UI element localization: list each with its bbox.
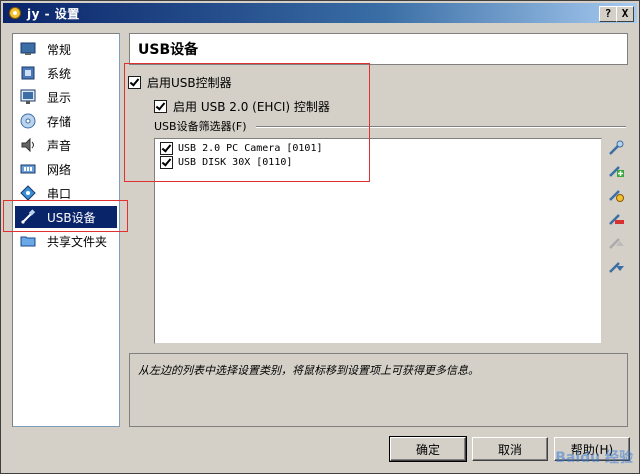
nav-item-label: 串口 [47, 186, 72, 201]
help-title-button[interactable]: ? [599, 6, 617, 22]
gear-icon [7, 5, 23, 21]
nav-item-label: 存储 [47, 114, 72, 129]
checkbox-checked[interactable] [154, 100, 167, 113]
list-item[interactable]: USB DISK 30X [0110] [160, 155, 292, 169]
title-bar[interactable]: jy - 设置 ? X [3, 3, 637, 23]
monitor-icon [19, 40, 37, 58]
nav-item-label: 常规 [47, 42, 72, 57]
watermark: Baidu 经验 [555, 450, 633, 466]
speaker-icon [19, 136, 37, 154]
checkbox-checked[interactable] [160, 155, 173, 169]
nav-item-system[interactable]: 系统 [15, 62, 117, 84]
enable-ehci-label: 启用 USB 2.0 (EHCI) 控制器 [173, 100, 330, 114]
list-item[interactable]: USB 2.0 PC Camera [0101] [160, 141, 323, 155]
group-divider [256, 126, 626, 128]
enable-usb-controller-label: 启用USB控制器 [147, 76, 232, 90]
close-button[interactable]: X [616, 6, 634, 22]
nav-item-shared-folders[interactable]: 共享文件夹 [15, 230, 117, 252]
settings-category-list[interactable]: 常规 系统 显示 存储 声音 网络 串口 USB设备 共享文件夹 [12, 33, 120, 427]
move-up-icon[interactable] [607, 233, 625, 251]
nav-item-serial-ports[interactable]: 串口 [15, 182, 117, 204]
nav-item-storage[interactable]: 存储 [15, 110, 117, 132]
info-panel: 从左边的列表中选择设置类别，将鼠标移到设置项上可获得更多信息。 [129, 353, 628, 427]
nav-item-label: 声音 [47, 138, 72, 153]
folder-icon [19, 232, 37, 250]
usb-icon [19, 208, 37, 226]
network-icon [19, 160, 37, 178]
filter-label: USB DISK 30X [0110] [178, 156, 293, 168]
nav-item-audio[interactable]: 声音 [15, 134, 117, 156]
enable-usb-controller-checkbox[interactable]: 启用USB控制器 [128, 74, 232, 91]
nav-item-label: 显示 [47, 90, 72, 105]
nav-item-label: USB设备 [47, 210, 96, 225]
nav-item-network[interactable]: 网络 [15, 158, 117, 180]
usb-filter-list[interactable]: USB 2.0 PC Camera [0101] USB DISK 30X [0… [154, 138, 602, 344]
checkbox-checked[interactable] [128, 76, 141, 89]
cancel-button[interactable]: 取消 [472, 437, 548, 461]
window-title: jy - 设置 [27, 6, 80, 21]
nav-item-label: 共享文件夹 [47, 234, 108, 249]
filter-label: USB 2.0 PC Camera [0101] [178, 142, 323, 154]
nav-item-usb[interactable]: USB设备 [15, 206, 117, 228]
nav-item-general[interactable]: 常规 [15, 38, 117, 60]
serial-port-icon [19, 184, 37, 202]
filter-group-title: USB设备筛选器(F) [154, 118, 251, 134]
add-filter-icon[interactable] [607, 139, 625, 157]
info-text: 从左边的列表中选择设置类别，将鼠标移到设置项上可获得更多信息。 [138, 364, 479, 377]
display-icon [19, 88, 37, 106]
settings-window: jy - 设置 ? X 常规 系统 显示 存储 声音 网络 串口 USB设备 共… [0, 0, 640, 474]
page-header: USB设备 [129, 33, 628, 65]
move-down-icon[interactable] [607, 257, 625, 275]
edit-filter-icon[interactable] [607, 185, 625, 203]
disk-icon [19, 112, 37, 130]
nav-item-label: 系统 [47, 66, 72, 81]
page-title: USB设备 [138, 42, 199, 58]
add-from-device-icon[interactable] [607, 161, 625, 179]
checkbox-checked[interactable] [160, 141, 173, 155]
nav-item-display[interactable]: 显示 [15, 86, 117, 108]
ok-button[interactable]: 确定 [389, 436, 467, 462]
remove-filter-icon[interactable] [607, 209, 625, 227]
nav-item-label: 网络 [47, 162, 72, 177]
chip-icon [19, 64, 37, 82]
enable-ehci-checkbox[interactable]: 启用 USB 2.0 (EHCI) 控制器 [154, 98, 330, 115]
